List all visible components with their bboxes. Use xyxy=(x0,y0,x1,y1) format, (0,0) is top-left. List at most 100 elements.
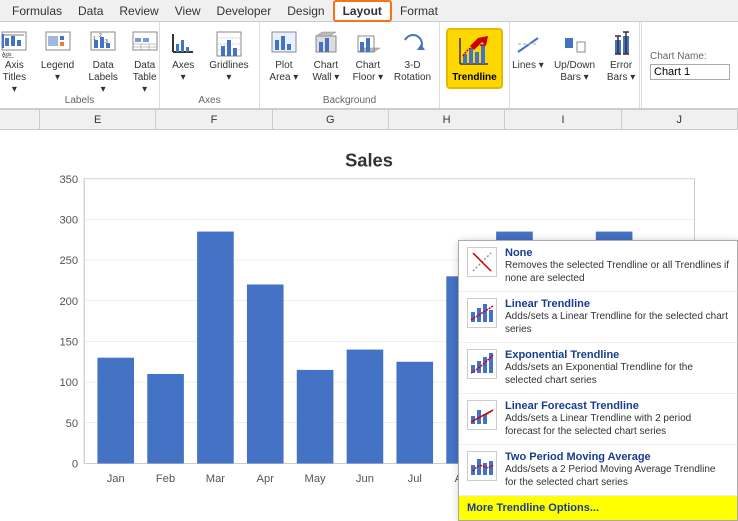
analysis-buttons: Lines ▾ Up/DownBars ▾ xyxy=(508,26,641,100)
bar-feb[interactable] xyxy=(147,374,184,464)
ribbon: Axis Titles AxisTitles ▾ Legend ▾ xyxy=(0,22,738,110)
svg-text:Feb: Feb xyxy=(156,473,175,485)
data-table-label: DataTable ▾ xyxy=(130,60,159,96)
trendline-linear-forecast-desc: Adds/sets a Linear Trendline with 2 peri… xyxy=(505,412,729,438)
error-bars-button[interactable]: ErrorBars ▾ xyxy=(601,26,641,86)
trendline-linear-forecast-title: Linear Forecast Trendline xyxy=(505,400,729,412)
trendline-exponential-desc: Adds/sets an Exponential Trendline for t… xyxy=(505,361,729,387)
bar-jan[interactable] xyxy=(97,358,134,464)
svg-text:350: 350 xyxy=(59,174,78,186)
trendline-none-text: None Removes the selected Trendline or a… xyxy=(505,247,729,285)
chart-wall-label: ChartWall ▾ xyxy=(312,60,339,84)
trendline-linear-desc: Adds/sets a Linear Trendline for the sel… xyxy=(505,310,729,336)
axes-label: Axes ▾ xyxy=(169,60,198,84)
col-header-e[interactable]: E xyxy=(40,110,156,129)
trendline-two-period-title: Two Period Moving Average xyxy=(505,451,729,463)
trendline-none-item[interactable]: None Removes the selected Trendline or a… xyxy=(459,241,737,292)
trendline-exponential-title: Exponential Trendline xyxy=(505,349,729,361)
menu-formulas[interactable]: Formulas xyxy=(4,2,70,20)
trendline-linear-title: Linear Trendline xyxy=(505,298,729,310)
col-header-h[interactable]: H xyxy=(389,110,505,129)
menu-review[interactable]: Review xyxy=(111,2,166,20)
data-table-button[interactable]: DataTable ▾ xyxy=(126,26,163,98)
axes-button[interactable]: Axes ▾ xyxy=(165,26,202,86)
legend-button[interactable]: Legend ▾ xyxy=(35,26,80,86)
plot-area-label: PlotArea ▾ xyxy=(269,60,298,84)
svg-text:Titles: Titles xyxy=(2,56,14,58)
ribbon-group-background: PlotArea ▾ ChartWall ▾ xyxy=(260,22,440,108)
rotation-button[interactable]: 3-DRotation xyxy=(390,26,435,86)
chart-wall-button[interactable]: ChartWall ▾ xyxy=(306,26,346,86)
trendline-linear-forecast-item[interactable]: Linear Forecast Trendline Adds/sets a Li… xyxy=(459,394,737,445)
menu-format[interactable]: Format xyxy=(392,2,446,20)
chart-floor-icon xyxy=(352,28,384,60)
axis-titles-button[interactable]: Axis Titles AxisTitles ▾ xyxy=(0,26,33,98)
data-labels-button[interactable]: 1 2 3 DataLabels ▾ xyxy=(82,26,124,98)
bar-mar[interactable] xyxy=(197,232,234,464)
more-trendline-options-title: More Trendline Options... xyxy=(467,502,729,514)
trendline-exponential-item[interactable]: Exponential Trendline Adds/sets an Expon… xyxy=(459,343,737,394)
trendline-none-icon xyxy=(467,247,497,277)
gridlines-button[interactable]: Gridlines ▾ xyxy=(204,26,255,86)
col-header-j[interactable]: J xyxy=(622,110,738,129)
menu-developer[interactable]: Developer xyxy=(209,2,280,20)
updown-bars-button[interactable]: Up/DownBars ▾ xyxy=(550,26,599,86)
col-header-g[interactable]: G xyxy=(273,110,389,129)
svg-text:250: 250 xyxy=(59,255,78,267)
column-headers: E F G H I J xyxy=(0,110,738,130)
col-header-i[interactable]: I xyxy=(505,110,621,129)
lines-label: Lines ▾ xyxy=(512,60,544,72)
gridlines-icon xyxy=(213,28,245,60)
trendline-button[interactable]: Trendline xyxy=(446,28,502,89)
lines-button[interactable]: Lines ▾ xyxy=(508,26,548,74)
menu-design[interactable]: Design xyxy=(279,2,332,20)
error-bars-icon xyxy=(605,28,637,60)
background-buttons: PlotArea ▾ ChartWall ▾ xyxy=(264,26,435,100)
trendline-linear-text: Linear Trendline Adds/sets a Linear Tren… xyxy=(505,298,729,336)
trendline-two-period-item[interactable]: Two Period Moving Average Adds/sets a 2 … xyxy=(459,445,737,496)
trendline-linear-item[interactable]: Linear Trendline Adds/sets a Linear Tren… xyxy=(459,292,737,343)
ribbon-group-axes: Axes ▾ Gridlines ▾ Axes xyxy=(160,22,260,108)
error-bars-label: ErrorBars ▾ xyxy=(607,60,635,84)
chart-wall-icon xyxy=(310,28,342,60)
bar-apr[interactable] xyxy=(247,284,284,463)
plot-area-button[interactable]: PlotArea ▾ xyxy=(264,26,304,86)
chart-name-input[interactable] xyxy=(650,64,730,80)
svg-text:Jul: Jul xyxy=(408,473,422,485)
axes-buttons: Axes ▾ Gridlines ▾ xyxy=(165,26,254,100)
trendline-dropdown: None Removes the selected Trendline or a… xyxy=(458,240,738,521)
rotation-icon xyxy=(397,28,429,60)
chart-floor-button[interactable]: ChartFloor ▾ xyxy=(348,26,388,86)
svg-text:Mar: Mar xyxy=(206,473,226,485)
chart-floor-label: ChartFloor ▾ xyxy=(353,60,384,84)
menu-bar: Formulas Data Review View Developer Desi… xyxy=(0,0,738,22)
svg-text:May: May xyxy=(305,473,327,485)
trendline-linear-forecast-icon xyxy=(467,400,497,430)
data-labels-label: DataLabels ▾ xyxy=(86,60,120,96)
gridlines-label: Gridlines ▾ xyxy=(208,60,251,84)
svg-text:Apr: Apr xyxy=(257,473,275,485)
menu-layout[interactable]: Layout xyxy=(333,0,392,22)
legend-label: Legend ▾ xyxy=(39,60,76,84)
labels-group-label: Labels xyxy=(0,95,159,106)
plot-area-icon xyxy=(268,28,300,60)
bar-jun[interactable] xyxy=(347,350,384,464)
col-header-f[interactable]: F xyxy=(156,110,272,129)
menu-data[interactable]: Data xyxy=(70,2,111,20)
svg-text:200: 200 xyxy=(59,296,78,308)
data-labels-icon: 1 2 3 xyxy=(87,28,119,60)
svg-text:150: 150 xyxy=(59,336,78,348)
ribbon-group-trendline: Trendline xyxy=(440,22,510,108)
menu-view[interactable]: View xyxy=(167,2,209,20)
more-trendline-options-text: More Trendline Options... xyxy=(467,502,729,514)
trendline-linear-forecast-text: Linear Forecast Trendline Adds/sets a Li… xyxy=(505,400,729,438)
bar-jul[interactable] xyxy=(396,362,433,464)
more-trendline-options-item[interactable]: More Trendline Options... xyxy=(459,496,737,520)
axis-titles-label: AxisTitles ▾ xyxy=(0,60,29,96)
chart-title: Sales xyxy=(345,149,393,170)
bar-may[interactable] xyxy=(297,370,334,464)
svg-text:50: 50 xyxy=(66,418,78,430)
svg-text:Jun: Jun xyxy=(356,473,374,485)
row-header-spacer xyxy=(0,110,40,129)
ribbon-group-analysis: Lines ▾ Up/DownBars ▾ xyxy=(510,22,640,108)
